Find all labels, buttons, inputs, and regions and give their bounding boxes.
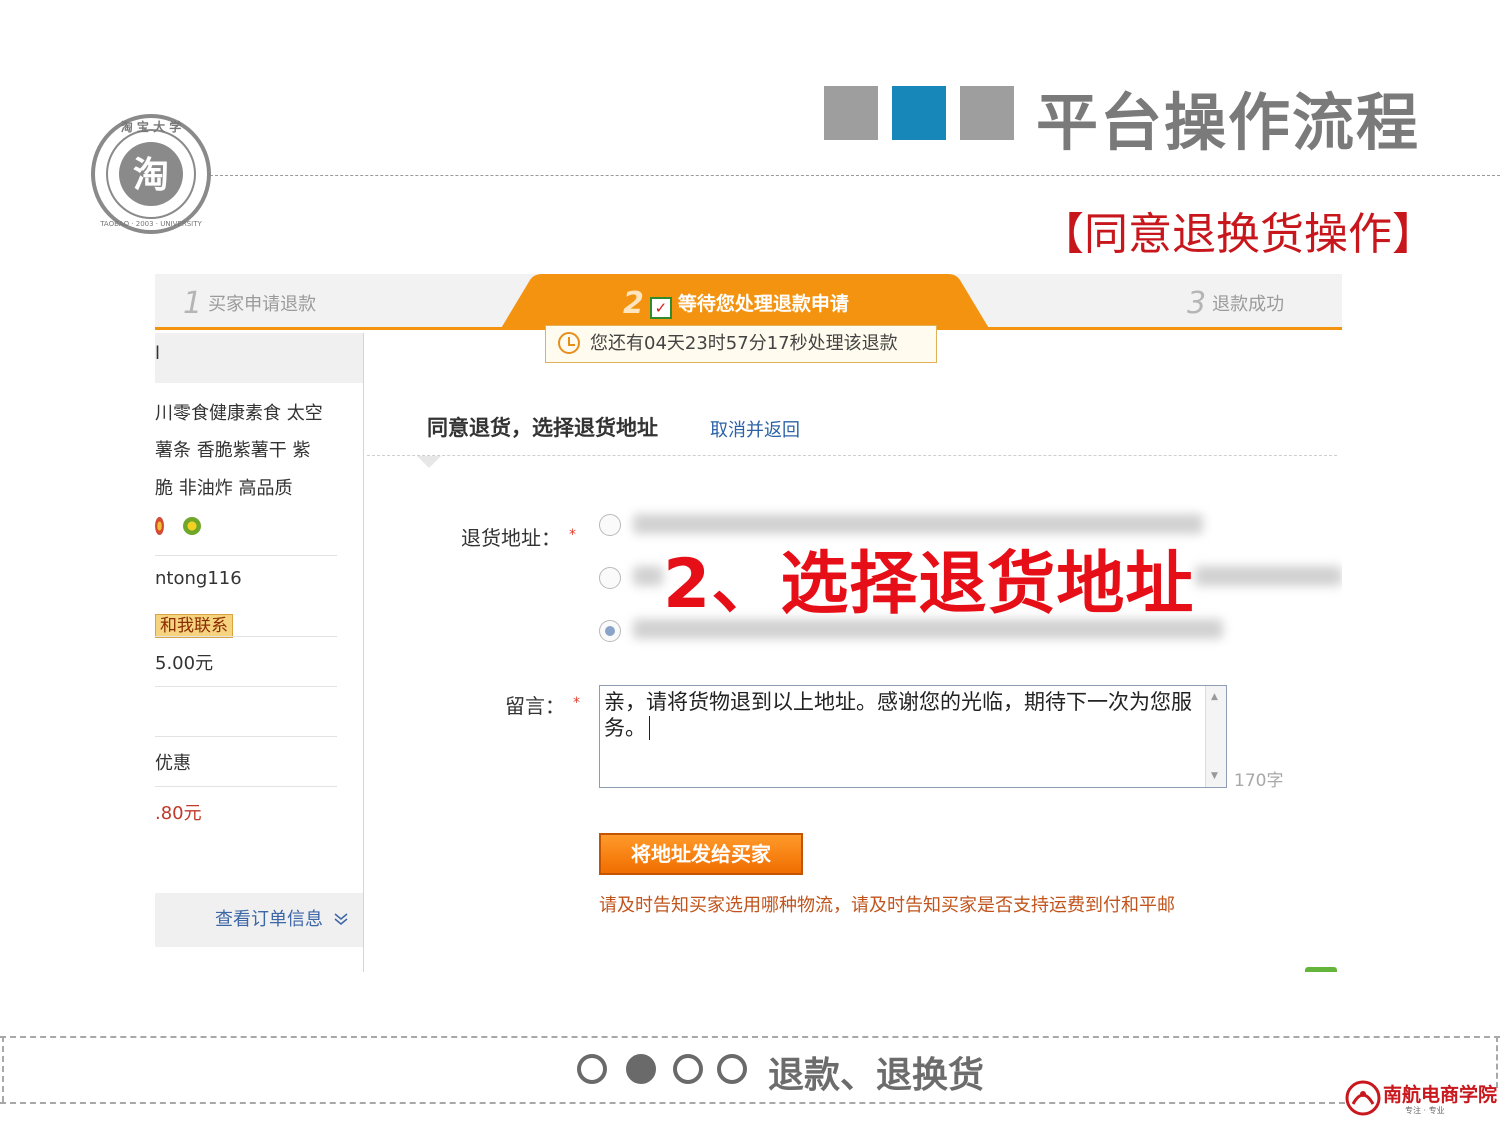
seller-name[interactable]: ntong116 (155, 568, 242, 589)
section-dot-3 (673, 1054, 703, 1084)
step-2-label: 等待您处理退款申请 (677, 293, 849, 315)
countdown-text: 您还有04天23时57分17秒处理该退款 (590, 333, 898, 354)
sidebar-divider (155, 636, 337, 637)
order-sidebar: l 川零食健康素食 太空 薯条 香脆紫薯干 紫 脆 非油炸 高品质 ntong1… (155, 333, 364, 972)
blurred-address-2b (1195, 566, 1342, 586)
page-title: 平台操作流程 (1036, 86, 1421, 159)
step-1-label: 买家申请退款 (208, 294, 317, 315)
countdown-timer: 您还有04天23时57分17秒处理该退款 (545, 325, 937, 363)
footer-border-top (0, 1036, 1500, 1038)
section-divider (367, 455, 1337, 456)
green-corner-tab (1305, 967, 1337, 972)
send-address-button[interactable]: 将地址发给买家 (599, 833, 803, 875)
contact-seller-button[interactable]: 和我联系 (155, 611, 233, 638)
order-total: .80元 (155, 803, 202, 824)
seller-rating-badges (155, 517, 202, 536)
required-mark: * (569, 527, 576, 543)
sidebar-divider (155, 736, 337, 737)
svg-text:淘: 淘 (133, 155, 169, 196)
header-divider (200, 175, 1500, 176)
title-square-gray-1 (824, 86, 878, 140)
message-textarea[interactable]: 亲，请将货物退到以上地址。感谢您的光临，期待下一次为您服务。 (599, 685, 1227, 788)
section-notch (417, 456, 441, 468)
chevron-down-icon (334, 913, 348, 925)
char-counter: 170字 (1234, 771, 1284, 791)
return-address-label-text: 退货地址： (461, 526, 561, 550)
discount-label: 优惠 (155, 753, 191, 774)
view-order-link[interactable]: 查看订单信息 (215, 905, 349, 931)
step-1: 1 买家申请退款 (183, 286, 316, 321)
step-3: 3 退款成功 (1187, 286, 1284, 321)
message-scrollbar[interactable]: ▲ ▼ (1205, 686, 1226, 787)
address-radio-2[interactable] (599, 567, 621, 589)
brand-slogan: 专注 · 专业 (1405, 1106, 1445, 1115)
required-mark: * (573, 695, 580, 711)
blurred-address-2a (633, 566, 663, 586)
checkbox-checked-icon: ✓ (649, 297, 672, 319)
product-title-line-3[interactable]: 脆 非油炸 高品质 (155, 474, 292, 500)
rating-flower-icon (155, 517, 164, 535)
svg-text:淘 宝 大 学: 淘 宝 大 学 (121, 119, 182, 134)
section-dot-2-active (626, 1054, 656, 1084)
step-3-number: 3 (1187, 286, 1207, 321)
logistics-hint: 请及时告知买家选用哪种物流，请及时告知买家是否支持运费到付和平邮 (599, 895, 1175, 916)
view-order-label: 查看订单信息 (215, 909, 323, 930)
sidebar-header-text: l (155, 343, 161, 364)
sidebar-header: l (155, 333, 363, 383)
message-textarea-value: 亲，请将货物退到以上地址。感谢您的光临，期待下一次为您服务。 (604, 690, 1192, 740)
section-dot-1 (577, 1054, 607, 1084)
sidebar-divider (155, 555, 337, 556)
message-label: 留言： * (505, 690, 580, 719)
footer-border-left (2, 1036, 4, 1102)
product-title-line-1[interactable]: 川零食健康素食 太空 (155, 399, 323, 425)
address-radio-3[interactable] (599, 620, 621, 642)
clock-icon (558, 332, 580, 354)
scroll-down-icon[interactable]: ▼ (1211, 771, 1218, 781)
title-square-gray-2 (960, 86, 1014, 140)
footer-border-bottom (0, 1102, 1345, 1104)
section-dot-4 (717, 1054, 747, 1084)
rating-flower-icon (183, 517, 202, 535)
brand-mark-icon (1345, 1080, 1381, 1116)
title-square-blue (892, 86, 946, 140)
sidebar-divider (155, 686, 337, 687)
step-annotation-overlay: 2、选择退货地址 (663, 545, 1195, 624)
step-3-label: 退款成功 (1212, 294, 1285, 315)
item-price: 5.00元 (155, 653, 214, 674)
brand-name: 南航电商学院 (1383, 1084, 1498, 1106)
brand-logo: 南航电商学院 专注 · 专业 (1345, 1078, 1498, 1120)
return-address-label: 退货地址： * (461, 522, 576, 551)
section-title: 同意退货，选择退货地址 (427, 416, 658, 440)
taobao-university-seal-icon: 淘 淘 宝 大 学 TAOBAO · 2003 · UNIVERSITY (91, 114, 211, 234)
step-2-number: 2 (623, 286, 644, 321)
page-subtitle: 【同意退换货操作】 (1040, 209, 1436, 260)
step-1-number: 1 (183, 286, 203, 321)
cancel-return-link[interactable]: 取消并返回 (710, 416, 800, 442)
sidebar-divider (155, 786, 337, 787)
contact-seller-label: 和我联系 (155, 614, 233, 638)
message-label-text: 留言： (505, 694, 565, 718)
address-radio-1[interactable] (599, 514, 621, 536)
step-2: 2 ✓ 等待您处理退款申请 (623, 286, 849, 321)
text-caret (649, 716, 650, 740)
scroll-up-icon[interactable]: ▲ (1211, 692, 1218, 702)
product-title-line-2[interactable]: 薯条 香脆紫薯干 紫 (155, 436, 310, 462)
svg-text:TAOBAO · 2003 · UNIVERSITY: TAOBAO · 2003 · UNIVERSITY (99, 220, 202, 228)
footer-section-title: 退款、退换货 (768, 1055, 985, 1096)
refund-page-screenshot: 1 买家申请退款 2 ✓ 等待您处理退款申请 3 退款成功 您还有04天23时57分17… (155, 274, 1342, 972)
